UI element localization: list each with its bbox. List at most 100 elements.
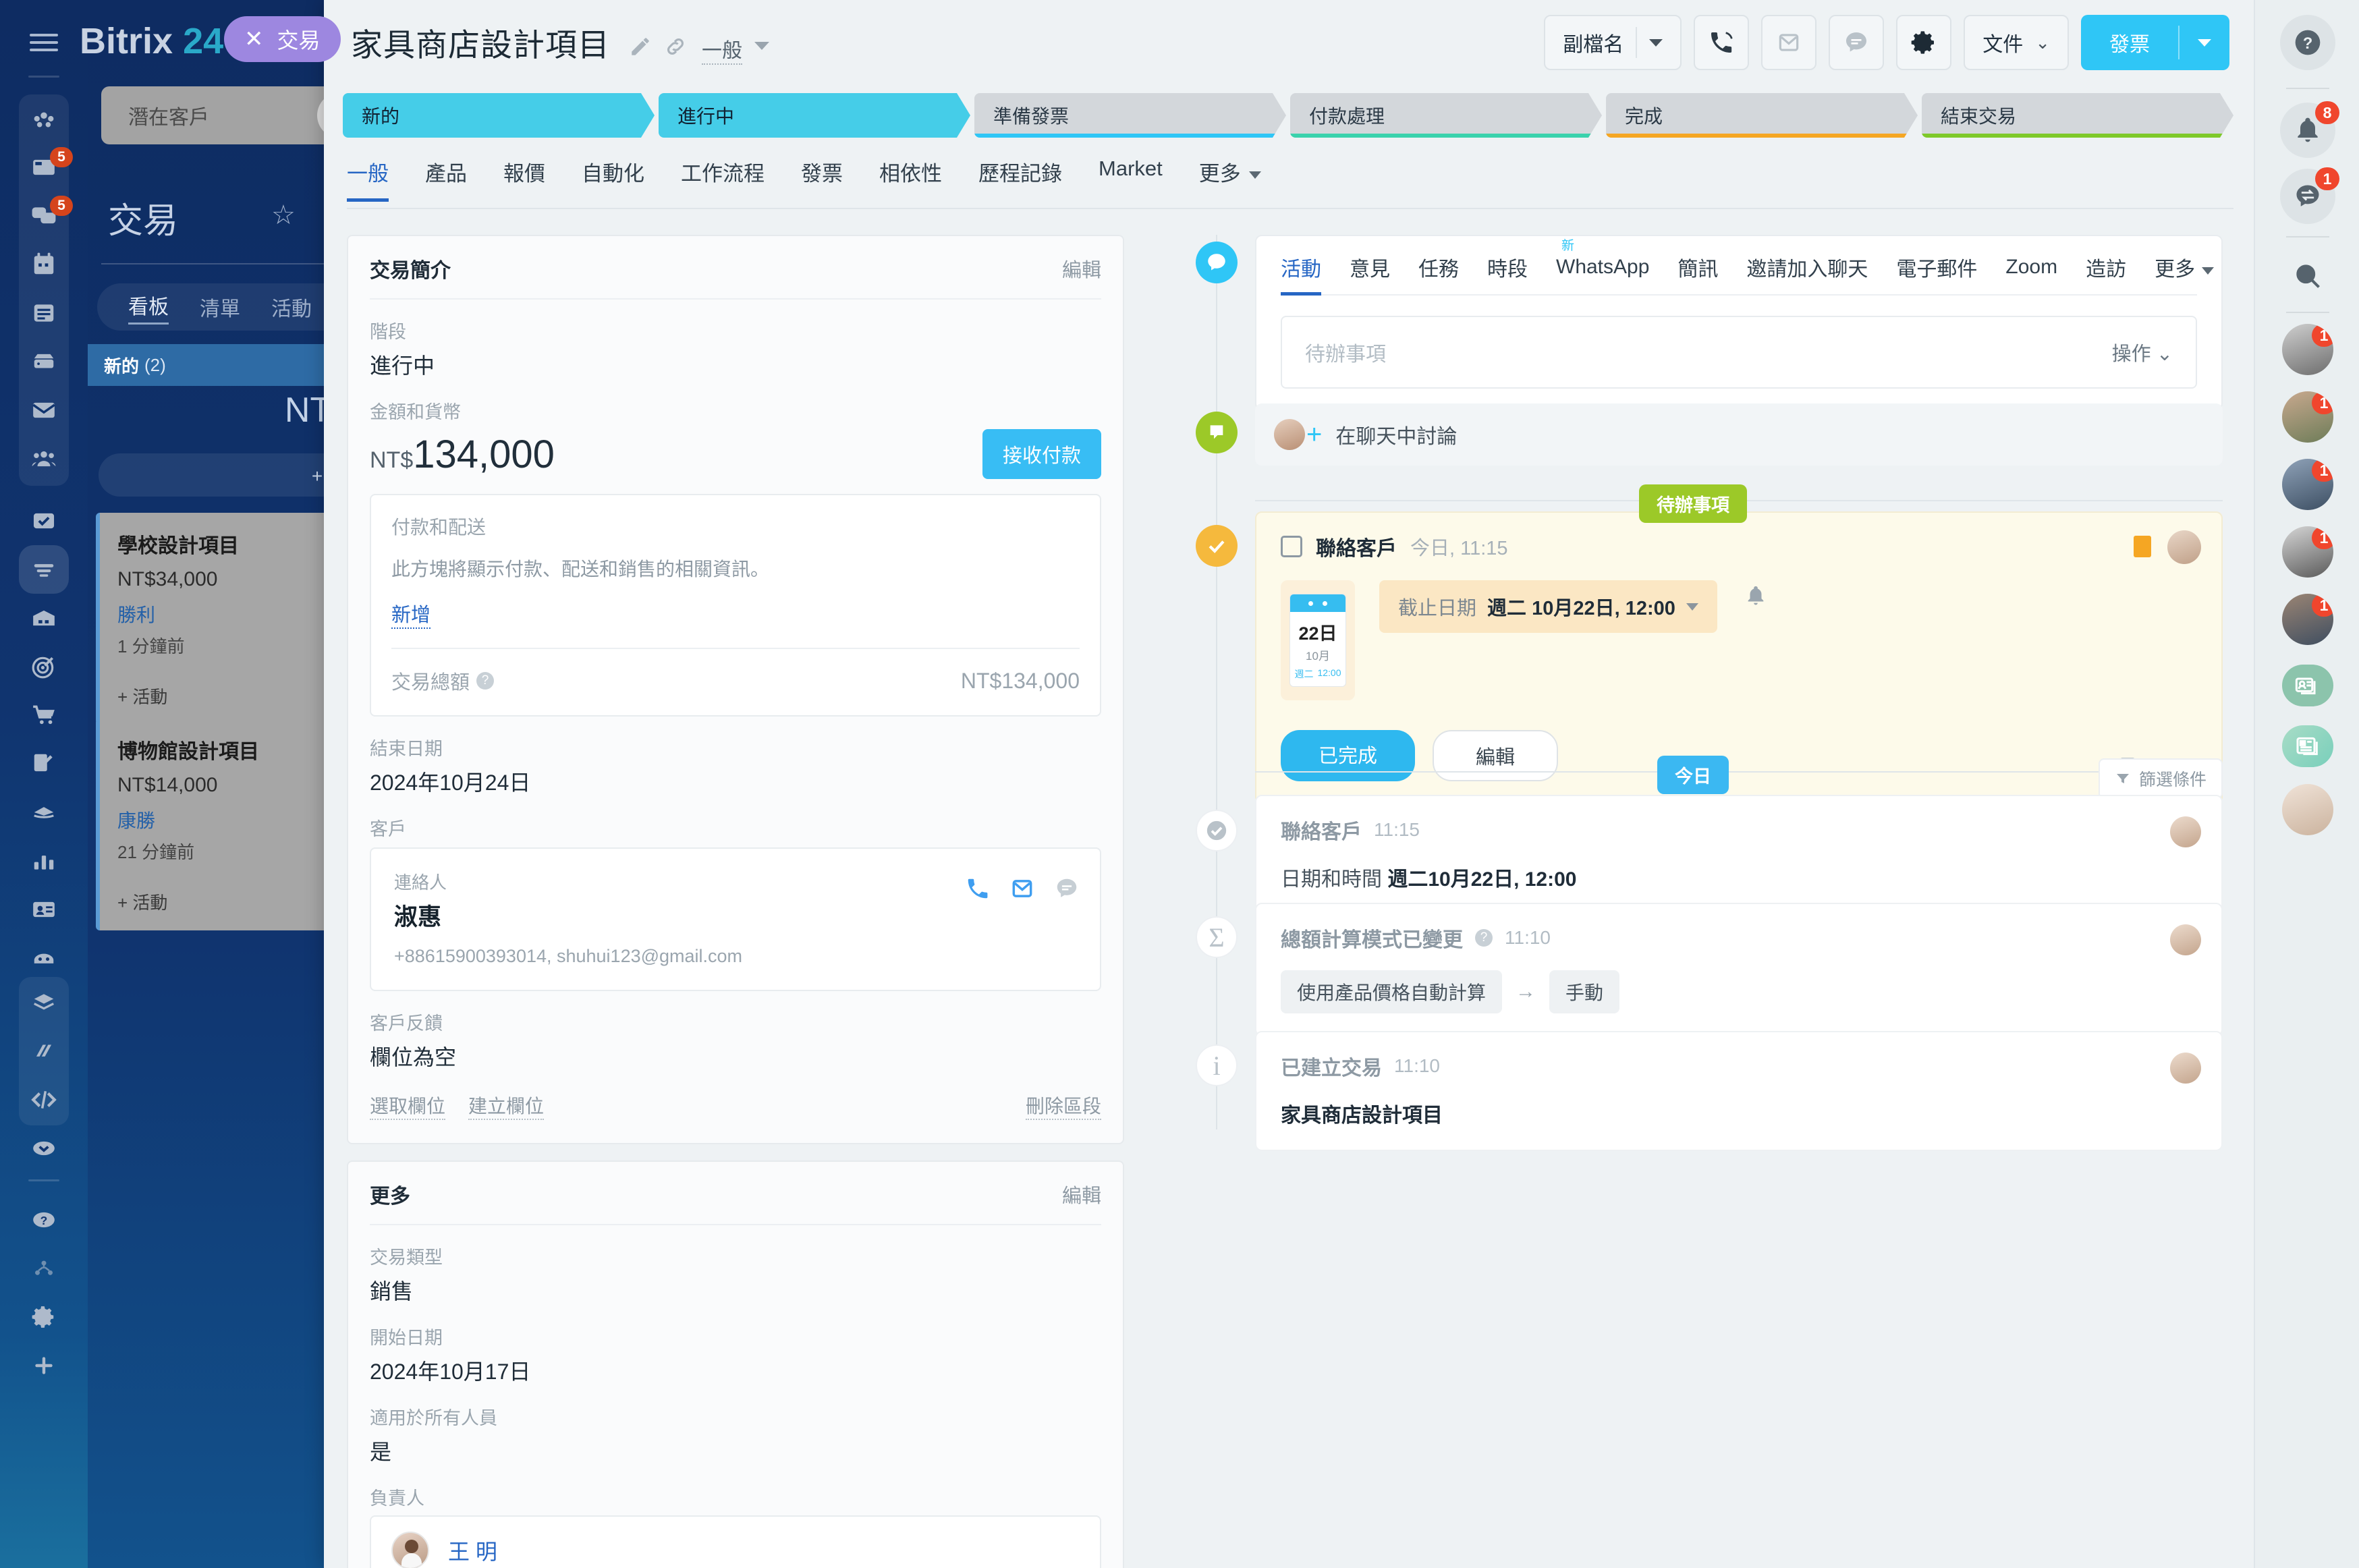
nav-item-signature[interactable]	[19, 739, 69, 788]
nav-item-sites[interactable]	[19, 788, 69, 837]
kanban-quick-add[interactable]: + 快速交	[99, 453, 324, 497]
favorite-star-icon[interactable]: ☆	[271, 200, 296, 231]
nav-item-developer[interactable]	[19, 1075, 69, 1124]
notifications-bell-icon[interactable]: 8	[2280, 101, 2339, 158]
avatar[interactable]: 1	[2282, 594, 2333, 645]
tab-general[interactable]: 一般	[347, 157, 389, 202]
nav-item-collapse[interactable]	[19, 1124, 69, 1173]
messenger-icon[interactable]: 1	[2280, 167, 2339, 224]
activity-tab-email[interactable]: 電子郵件	[1896, 252, 1977, 282]
filter-button[interactable]: 篩選條件	[2098, 758, 2223, 799]
settings-gear-icon[interactable]	[19, 1293, 69, 1341]
activity-tab-activity[interactable]: 活動	[1281, 252, 1321, 296]
activity-tab-timeslot[interactable]: 時段	[1487, 252, 1528, 282]
payment-shipping-add-link[interactable]: 新增	[391, 599, 431, 629]
search-input[interactable]: 潛在客戶	[101, 86, 324, 144]
nav-item-company[interactable]	[19, 94, 69, 143]
todo-done-button[interactable]: 已完成	[1281, 730, 1416, 781]
tab-automation[interactable]: 自動化	[582, 157, 644, 200]
nav-item-warehouse[interactable]	[19, 594, 69, 642]
owner-box[interactable]: 王 明	[370, 1515, 1101, 1568]
news-card-icon[interactable]	[2282, 725, 2333, 767]
field-close-date-value[interactable]: 2024年10月24日	[370, 766, 1101, 797]
nav-item-groups[interactable]	[19, 435, 69, 483]
tab-products[interactable]: 產品	[425, 157, 467, 200]
activity-tab-whatsapp[interactable]: 新 WhatsApp	[1556, 239, 1649, 279]
tab-market[interactable]: Market	[1099, 157, 1163, 194]
create-field-link[interactable]: 建立欄位	[468, 1092, 545, 1120]
avatar[interactable]: 1	[2282, 324, 2333, 375]
search-icon[interactable]	[2280, 248, 2335, 304]
menu-burger-icon[interactable]	[30, 34, 58, 53]
stage-item[interactable]: 準備發票	[974, 93, 1286, 138]
stage-item[interactable]: 進行中	[659, 93, 970, 138]
nav-item-automation-bot[interactable]	[19, 934, 69, 982]
activity-tab-task[interactable]: 任務	[1418, 252, 1459, 282]
more-edit[interactable]: 編輯	[1062, 1180, 1101, 1208]
email-icon[interactable]	[1009, 876, 1035, 901]
todo-input[interactable]: 待辦事項 操作 ⌄	[1281, 316, 2197, 389]
plus-icon[interactable]: +	[1306, 420, 1322, 450]
discuss-in-chat-row[interactable]: + 在聊天中討論	[1255, 403, 2223, 466]
nav-item-contact-center[interactable]	[19, 885, 69, 934]
activity-tab-more[interactable]: 更多	[2155, 252, 2215, 282]
tab-history[interactable]: 歷程記錄	[978, 157, 1062, 200]
todo-checkbox[interactable]	[1281, 536, 1302, 557]
documents-button[interactable]: 文件 ⌄	[1964, 15, 2069, 70]
nav-item-apps[interactable]	[19, 978, 69, 1027]
context-chip-deals[interactable]: ✕ 交易	[224, 16, 341, 62]
due-date-chip[interactable]: 截止日期 週二 10月22日, 12:00	[1379, 580, 1717, 633]
contacts-card-icon[interactable]	[2282, 665, 2333, 706]
field-feedback-value[interactable]: 欄位為空	[370, 1040, 1101, 1071]
tab-dependencies[interactable]: 相依性	[879, 157, 942, 200]
copy-link-icon[interactable]	[664, 35, 687, 58]
kanban-tab-list[interactable]: 清單	[200, 292, 240, 322]
owner-name[interactable]: 王 明	[448, 1535, 497, 1566]
search-submit-icon[interactable]	[317, 92, 324, 138]
kanban-card[interactable]: 博物館設計項目 NT$14,000 康勝 21 分鐘前 + 活動	[96, 719, 324, 930]
stage-item[interactable]: 結束交易	[1922, 93, 2233, 138]
activity-tab-sms[interactable]: 簡訊	[1677, 252, 1718, 282]
avatar[interactable]: 1	[2282, 459, 2333, 510]
deal-amount[interactable]: NT$134,000	[370, 432, 555, 477]
select-field-link[interactable]: 選取欄位	[370, 1092, 446, 1120]
kanban-card-add-activity[interactable]: + 活動	[117, 889, 324, 914]
receive-payment-button[interactable]: 接收付款	[982, 429, 1101, 479]
nav-item-crm-inbox[interactable]	[19, 497, 69, 545]
todo-flag-icon[interactable]	[2134, 536, 2151, 557]
delete-section-link[interactable]: 刪除區段	[1025, 1092, 1101, 1120]
nav-item-crm[interactable]	[19, 545, 69, 594]
avatar[interactable]: 1	[2282, 391, 2333, 443]
todo-edit-button[interactable]: 編輯	[1433, 730, 1559, 781]
call-button[interactable]	[1694, 15, 1750, 70]
kanban-card[interactable]: 學校設計項目 NT$34,000 勝利 1 分鐘前 + 活動	[96, 513, 324, 725]
kanban-tab-board[interactable]: 看板	[128, 290, 169, 325]
field-deal-type-value[interactable]: 銷售	[370, 1275, 1101, 1306]
help-icon[interactable]: ?	[2280, 15, 2335, 70]
email-button[interactable]	[1761, 15, 1817, 70]
close-icon[interactable]: ✕	[244, 26, 264, 53]
activity-tab-comment[interactable]: 意見	[1350, 252, 1390, 282]
stage-item[interactable]: 新的	[343, 93, 655, 138]
phone-icon[interactable]	[965, 876, 991, 901]
help-question-icon[interactable]: ?	[476, 672, 495, 690]
nav-item-marketing[interactable]	[19, 642, 69, 691]
help-question-icon[interactable]: ?	[1475, 929, 1493, 947]
nav-item-store[interactable]	[19, 691, 69, 739]
chevron-down-icon[interactable]	[754, 42, 769, 50]
nav-item-feed[interactable]: 5	[19, 143, 73, 192]
chevron-down-icon[interactable]: ⌄	[2035, 32, 2050, 53]
help-icon[interactable]: ?	[19, 1196, 69, 1244]
kanban-tab-activity[interactable]: 活動	[271, 292, 312, 322]
tab-quotes[interactable]: 報價	[503, 157, 545, 200]
field-start-date-value[interactable]: 2024年10月17日	[370, 1355, 1101, 1386]
edit-pencil-icon[interactable]	[629, 35, 652, 58]
nav-item-analytics[interactable]	[19, 837, 69, 885]
deal-summary-edit[interactable]: 編輯	[1062, 254, 1101, 283]
stage-item[interactable]: 付款處理	[1290, 93, 1602, 138]
tab-invoices[interactable]: 發票	[801, 157, 843, 200]
chat-icon[interactable]	[1054, 876, 1080, 901]
contact-card[interactable]: 連絡人 淑惠 +88615900393014, shuhui123@gmail.…	[370, 847, 1101, 991]
todo-actions-dropdown[interactable]: 操作 ⌄	[2112, 338, 2173, 366]
nav-item-drive[interactable]	[19, 337, 69, 386]
